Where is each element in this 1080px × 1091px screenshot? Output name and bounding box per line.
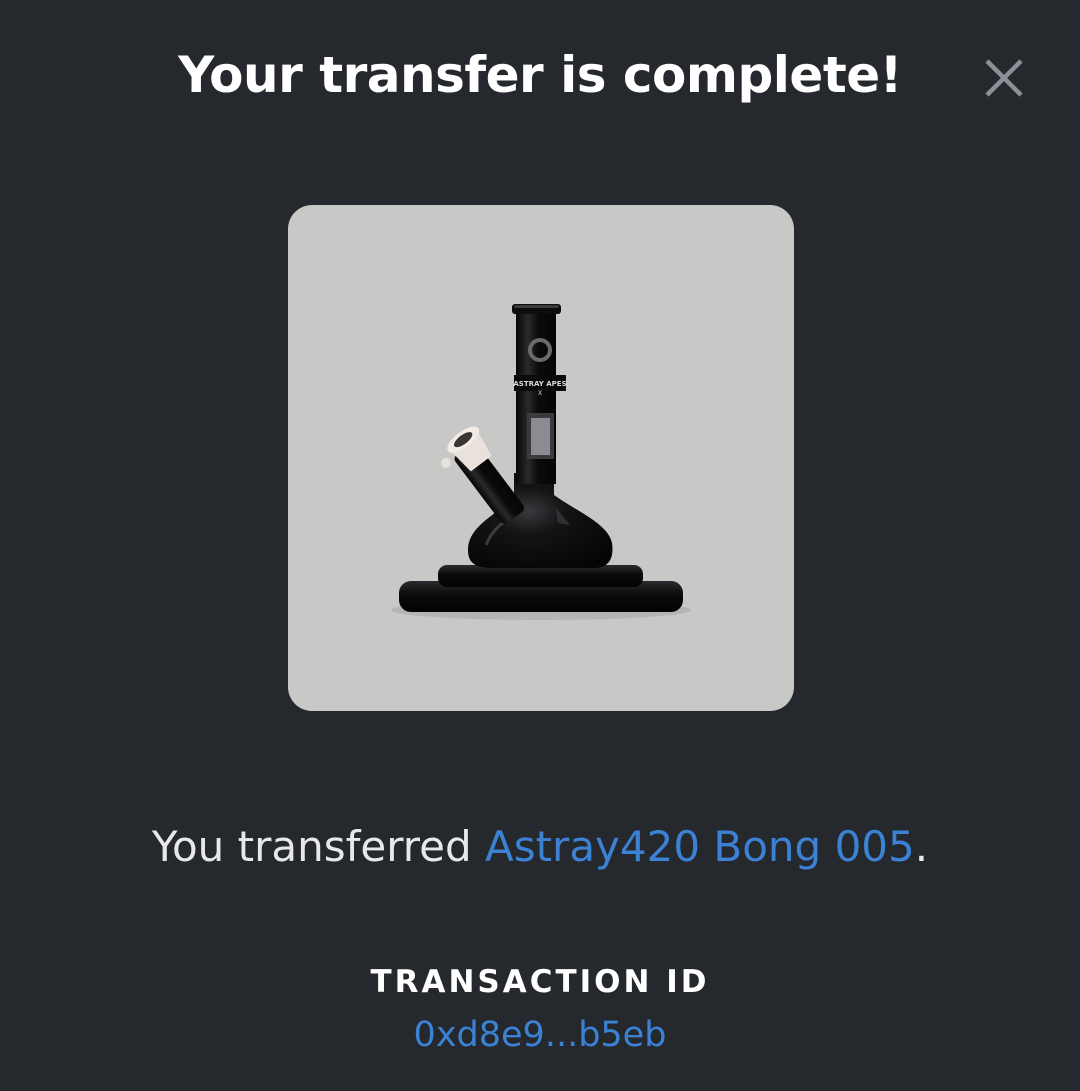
transaction-id-link[interactable]: 0xd8e9...b5eb [414, 1015, 667, 1055]
transaction-id-container: 0xd8e9...b5eb [0, 1012, 1080, 1058]
nft-image: ASTRAY APES X [288, 205, 794, 711]
bong-illustration: ASTRAY APES X [391, 304, 691, 620]
close-button[interactable] [976, 52, 1032, 108]
modal-title: Your transfer is complete! [178, 46, 902, 104]
svg-text:X: X [538, 390, 542, 397]
bong-logo-text: ASTRAY APES [513, 380, 566, 388]
message-prefix: You transferred [151, 822, 485, 871]
transfer-message: You transferred Astray420 Bong 005. [0, 818, 1080, 876]
message-suffix: . [914, 822, 929, 871]
transfer-complete-modal: Your transfer is complete! ASTRAY APES X… [0, 0, 1080, 1091]
close-icon[interactable] [976, 52, 1032, 108]
nft-name-link[interactable]: Astray420 Bong 005 [485, 822, 915, 871]
transaction-id-label: TRANSACTION ID [370, 964, 710, 1000]
